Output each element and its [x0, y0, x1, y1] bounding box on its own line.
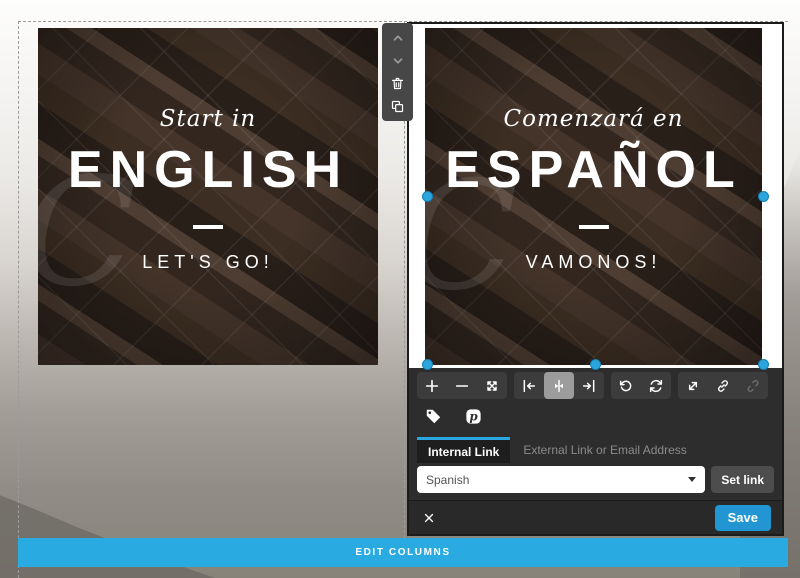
image-title: ESPAÑOL: [445, 140, 742, 200]
internal-link-select[interactable]: Spanish: [417, 466, 705, 493]
align-icon-group: [514, 372, 604, 399]
spanish-image-block[interactable]: C Comenzará en ESPAÑOL VAMONOS!: [425, 28, 762, 365]
link-icon-group: [678, 372, 768, 399]
align-right-button[interactable]: [574, 372, 604, 399]
english-image-block[interactable]: C Start in ENGLISH LET'S GO!: [38, 28, 378, 365]
align-left-button[interactable]: [514, 372, 544, 399]
edit-columns-label: EDIT COLUMNS: [355, 547, 450, 558]
image-divider: [579, 225, 609, 229]
duplicate-button[interactable]: [387, 97, 409, 117]
link-tabs: Internal Link External Link or Email Add…: [417, 437, 774, 463]
align-left-icon: [521, 378, 537, 394]
resize-handle-bottom[interactable]: [590, 359, 601, 370]
resize-handle-left[interactable]: [422, 191, 433, 202]
chevron-down-icon: [391, 54, 405, 68]
resize-free-button[interactable]: [477, 372, 507, 399]
rotate-left-icon: [618, 378, 634, 394]
zoom-icon-group: [417, 372, 507, 399]
zoom-out-button[interactable]: [447, 372, 477, 399]
rotate-icon-group: [611, 372, 671, 399]
pinterest-icon: p: [464, 407, 483, 426]
link-button[interactable]: [708, 372, 738, 399]
tab-internal-link[interactable]: Internal Link: [417, 437, 510, 463]
tab-external-link[interactable]: External Link or Email Address: [510, 437, 699, 463]
chevron-up-icon: [391, 31, 405, 45]
plus-icon: [424, 378, 440, 394]
image-script-line: Comenzará en: [504, 106, 684, 132]
rotate-left-button[interactable]: [611, 372, 641, 399]
align-center-icon: [551, 378, 567, 394]
link-icon: [715, 378, 731, 394]
delete-button[interactable]: [387, 74, 409, 94]
image-tool-panel: p Internal Link External Link or Email A…: [409, 368, 782, 534]
close-button[interactable]: [420, 509, 438, 527]
editor-canvas: C Start in ENGLISH LET'S GO! C Comenzará…: [0, 0, 800, 578]
image-script-line: Start in: [160, 106, 256, 132]
close-icon: [423, 512, 435, 524]
cross-arrows-icon: [484, 378, 500, 394]
image-editor-overlay: C Comenzará en ESPAÑOL VAMONOS!: [407, 22, 784, 536]
unlink-button: [738, 372, 768, 399]
resize-handle-bottom-right[interactable]: [758, 359, 769, 370]
resize-handle-bottom-left[interactable]: [422, 359, 433, 370]
duplicate-icon: [390, 99, 405, 114]
tag-button[interactable]: [421, 405, 445, 427]
image-subtitle: LET'S GO!: [142, 252, 273, 273]
chevron-down-icon: [688, 477, 696, 482]
align-right-icon: [581, 378, 597, 394]
move-up-button[interactable]: [387, 28, 409, 48]
resize-handle-right[interactable]: [758, 191, 769, 202]
selected-option: Spanish: [426, 473, 469, 487]
svg-text:p: p: [469, 409, 478, 423]
save-button[interactable]: Save: [715, 505, 771, 531]
resize-diagonal-button[interactable]: [678, 372, 708, 399]
zoom-in-button[interactable]: [417, 372, 447, 399]
align-center-button[interactable]: [544, 372, 574, 399]
pinterest-button[interactable]: p: [461, 405, 485, 427]
rotate-right-button[interactable]: [641, 372, 671, 399]
set-link-button[interactable]: Set link: [711, 466, 774, 493]
image-title: ENGLISH: [68, 140, 348, 200]
refresh-icon: [648, 378, 664, 394]
move-down-button[interactable]: [387, 51, 409, 71]
edit-columns-bar[interactable]: EDIT COLUMNS: [18, 538, 788, 567]
panel-footer: Save: [409, 500, 782, 534]
unlink-icon: [745, 378, 761, 394]
image-divider: [193, 225, 223, 229]
trash-icon: [390, 76, 405, 91]
diagonal-arrow-icon: [685, 378, 701, 394]
image-subtitle: VAMONOS!: [526, 252, 662, 273]
minus-icon: [454, 378, 470, 394]
element-toolbar: [382, 23, 413, 121]
tag-icon: [424, 407, 443, 426]
